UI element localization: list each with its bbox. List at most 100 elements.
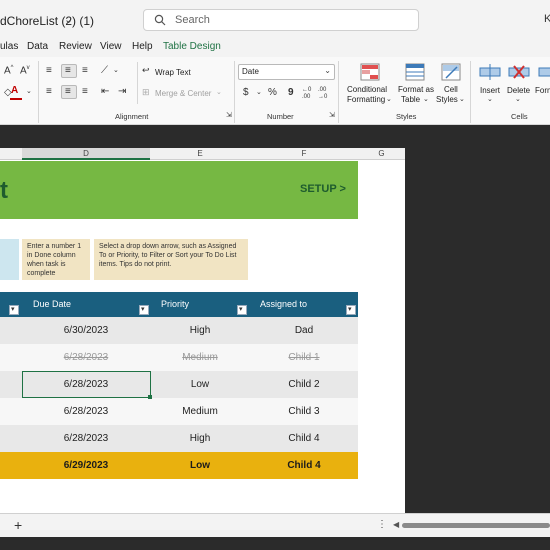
insert-cells-icon bbox=[479, 64, 501, 80]
delete-button[interactable]: Delete bbox=[507, 86, 530, 95]
column-header-e[interactable]: E bbox=[150, 149, 250, 158]
cell-styles-label-2: Styles bbox=[436, 95, 458, 104]
chevron-down-icon[interactable]: ⌄ bbox=[113, 66, 119, 74]
more-options-icon[interactable]: ⋮ bbox=[377, 519, 387, 530]
format-button[interactable]: Form bbox=[535, 86, 550, 95]
chevron-down-icon[interactable]: ⌄ bbox=[26, 87, 32, 95]
insert-button[interactable]: Insert bbox=[480, 86, 500, 95]
account-initial[interactable]: K bbox=[544, 13, 550, 25]
wrap-text-button[interactable]: Wrap Text bbox=[155, 68, 191, 77]
priority-cell[interactable]: Low bbox=[150, 379, 250, 390]
tip-box-partial bbox=[0, 239, 19, 280]
priority-cell[interactable]: Medium bbox=[150, 352, 250, 363]
search-box[interactable]: Search bbox=[143, 9, 419, 31]
tab-table-design[interactable]: Table Design bbox=[163, 41, 221, 52]
chevron-down-icon[interactable]: ⌄ bbox=[256, 88, 262, 96]
tab-formulas[interactable]: ulas bbox=[0, 41, 18, 52]
chevron-down-icon[interactable]: ⌄ bbox=[487, 95, 493, 103]
align-top-icon[interactable]: ≡ bbox=[46, 65, 52, 76]
decrease-decimal-icon[interactable]: .00 →0 bbox=[318, 87, 332, 101]
tab-view[interactable]: View bbox=[100, 41, 122, 52]
assigned-cell[interactable]: Dad bbox=[250, 325, 358, 336]
priority-cell[interactable]: Low bbox=[150, 460, 250, 471]
due-date-filter-button[interactable]: ▾ bbox=[139, 305, 149, 315]
decrease-font-icon[interactable]: Av bbox=[20, 65, 30, 76]
assigned-cell[interactable]: Child 4 bbox=[250, 433, 358, 444]
assigned-cell[interactable]: Child 2 bbox=[250, 379, 358, 390]
tab-review[interactable]: Review bbox=[59, 41, 92, 52]
priority-filter-button[interactable]: ▾ bbox=[237, 305, 247, 315]
scroll-left-icon[interactable]: ◀ bbox=[393, 520, 399, 529]
priority-cell[interactable]: High bbox=[150, 433, 250, 444]
table-row[interactable]: 6/30/2023 High Dad bbox=[0, 317, 358, 344]
dialog-launcher-icon[interactable]: ⇲ bbox=[329, 111, 335, 119]
filter-dropdown-button[interactable]: ▾ bbox=[9, 305, 19, 315]
fill-handle[interactable] bbox=[148, 395, 152, 399]
merge-center-button[interactable]: Merge & Center bbox=[155, 89, 211, 98]
setup-link[interactable]: SETUP > bbox=[300, 183, 346, 195]
ribbon-tabs: ulas Data Review View Help Table Design bbox=[0, 37, 550, 57]
chevron-down-icon[interactable]: ⌄ bbox=[515, 95, 521, 103]
table-row[interactable]: 6/28/2023 High Child 4 bbox=[0, 425, 358, 452]
chevron-down-icon: ▾ bbox=[348, 306, 352, 313]
align-middle-button[interactable]: ≡ bbox=[61, 64, 77, 78]
table-header-row: ▾ Due Date ▾ Priority ▾ Assigned to ▾ bbox=[0, 292, 358, 317]
chevron-down-icon[interactable]: ⌄ bbox=[216, 88, 222, 96]
chevron-down-icon[interactable]: ⌄ bbox=[423, 95, 429, 103]
column-header-d[interactable]: D bbox=[22, 149, 150, 158]
sheet-tab-bar: + ⋮ ◀ bbox=[0, 513, 550, 537]
column-header-f[interactable]: F bbox=[250, 149, 358, 158]
group-separator bbox=[470, 61, 471, 123]
table-row[interactable]: 6/28/2023 Medium Child 3 bbox=[0, 398, 358, 425]
number-format-value: Date bbox=[242, 67, 259, 76]
assigned-cell[interactable]: Child 1 bbox=[250, 352, 358, 363]
percent-icon[interactable]: % bbox=[268, 87, 277, 98]
number-group-label: Number bbox=[267, 112, 294, 121]
assigned-to-filter-button[interactable]: ▾ bbox=[346, 305, 356, 315]
due-date-cell[interactable]: 6/28/2023 bbox=[22, 433, 150, 444]
chevron-down-icon[interactable]: ⌄ bbox=[386, 95, 392, 103]
table-row[interactable]: 6/29/2023 Low Child 4 bbox=[0, 452, 358, 479]
format-cells-icon bbox=[538, 67, 550, 77]
horizontal-scrollbar[interactable] bbox=[402, 523, 550, 528]
dialog-launcher-icon[interactable]: ⇲ bbox=[226, 111, 232, 119]
font-color-icon[interactable]: A bbox=[11, 85, 18, 96]
add-sheet-button[interactable]: + bbox=[14, 517, 22, 533]
column-header-g[interactable]: G bbox=[358, 149, 405, 158]
align-bottom-icon[interactable]: ≡ bbox=[82, 65, 88, 76]
increase-indent-icon[interactable]: ⇥ bbox=[118, 86, 126, 97]
priority-cell[interactable]: High bbox=[150, 325, 250, 336]
comma-style-icon[interactable]: 9 bbox=[288, 87, 294, 98]
tip-filter-sort: Select a drop down arrow, such as Assign… bbox=[94, 239, 248, 280]
cell-styles-button[interactable]: Cell bbox=[444, 85, 458, 94]
currency-icon[interactable]: $ bbox=[243, 87, 249, 98]
due-date-cell[interactable]: 6/29/2023 bbox=[22, 460, 150, 471]
header-due-date: Due Date bbox=[33, 299, 72, 309]
number-format-select[interactable]: Date ⌄ bbox=[238, 64, 335, 80]
tab-data[interactable]: Data bbox=[27, 41, 48, 52]
due-date-cell[interactable]: 6/28/2023 bbox=[22, 406, 150, 417]
formula-bar-gap bbox=[0, 125, 550, 148]
chevron-down-icon[interactable]: ⌄ bbox=[64, 13, 73, 26]
decrease-indent-icon[interactable]: ⇤ bbox=[101, 86, 109, 97]
increase-decimal-icon[interactable]: ←0 .00 bbox=[302, 87, 316, 101]
assigned-cell[interactable]: Child 3 bbox=[250, 406, 358, 417]
due-date-cell[interactable]: 6/28/2023 bbox=[22, 352, 150, 363]
worksheet[interactable]: D E F G t SETUP > Enter a number 1 in Do… bbox=[0, 148, 405, 513]
increase-font-icon[interactable]: A^ bbox=[4, 65, 14, 76]
orientation-icon[interactable]: ⟋ bbox=[101, 65, 108, 76]
chevron-down-icon[interactable]: ⌄ bbox=[459, 95, 465, 103]
conditional-formatting-button[interactable]: Conditional bbox=[347, 85, 387, 94]
priority-cell[interactable]: Medium bbox=[150, 406, 250, 417]
align-center-button[interactable]: ≡ bbox=[61, 85, 77, 99]
align-left-icon[interactable]: ≡ bbox=[46, 86, 52, 97]
ribbon: A^ Av ◇ A ⌄ ≡ ≡ ≡ ⟋ ⌄ ≡ ≡ ≡ ⇤ ⇥ ↩ Wrap T… bbox=[0, 57, 550, 125]
tab-help[interactable]: Help bbox=[132, 41, 153, 52]
group-separator bbox=[234, 61, 235, 123]
format-as-table-button[interactable]: Format as bbox=[398, 85, 434, 94]
due-date-cell[interactable]: 6/30/2023 bbox=[22, 325, 150, 336]
table-row[interactable]: 6/28/2023 Medium Child 1 bbox=[0, 344, 358, 371]
align-right-icon[interactable]: ≡ bbox=[82, 86, 88, 97]
assigned-cell[interactable]: Child 4 bbox=[250, 460, 358, 471]
delete-cells-icon bbox=[508, 65, 530, 79]
